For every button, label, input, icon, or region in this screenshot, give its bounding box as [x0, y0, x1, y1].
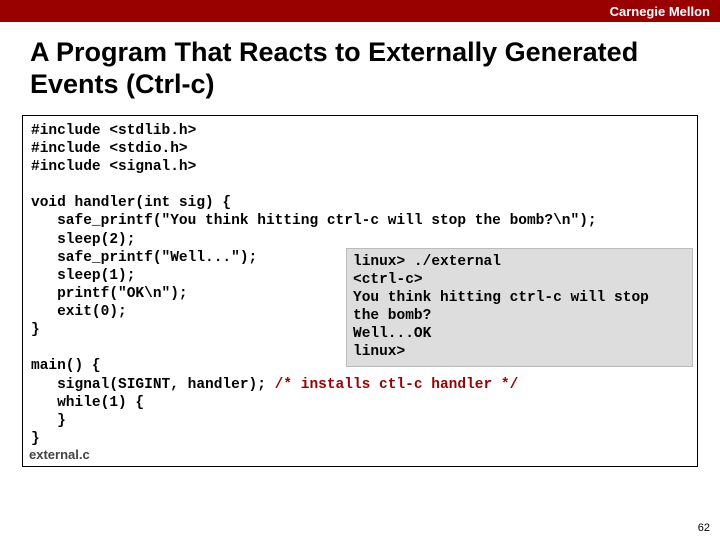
code-body-bottom: while(1) { } } [31, 394, 689, 448]
code-box: #include <stdlib.h> #include <stdio.h> #… [22, 115, 698, 467]
code-signal-line: signal(SIGINT, handler); /* installs ctl… [31, 376, 689, 394]
brand-label: Carnegie Mellon [610, 4, 710, 19]
filename-label: external.c [29, 447, 90, 463]
code-signal-pre: signal(SIGINT, handler); [31, 377, 275, 393]
code-comment: /* installs ctl-c handler */ [275, 377, 519, 393]
topbar: Carnegie Mellon [0, 0, 720, 22]
page-number: 62 [698, 522, 710, 534]
terminal-overlay: linux> ./external <ctrl-c> You think hit… [346, 248, 693, 367]
code-includes: #include <stdlib.h> #include <stdio.h> #… [31, 122, 689, 176]
terminal-output: linux> ./external <ctrl-c> You think hit… [353, 253, 686, 362]
slide-title: A Program That Reacts to Externally Gene… [0, 22, 720, 115]
